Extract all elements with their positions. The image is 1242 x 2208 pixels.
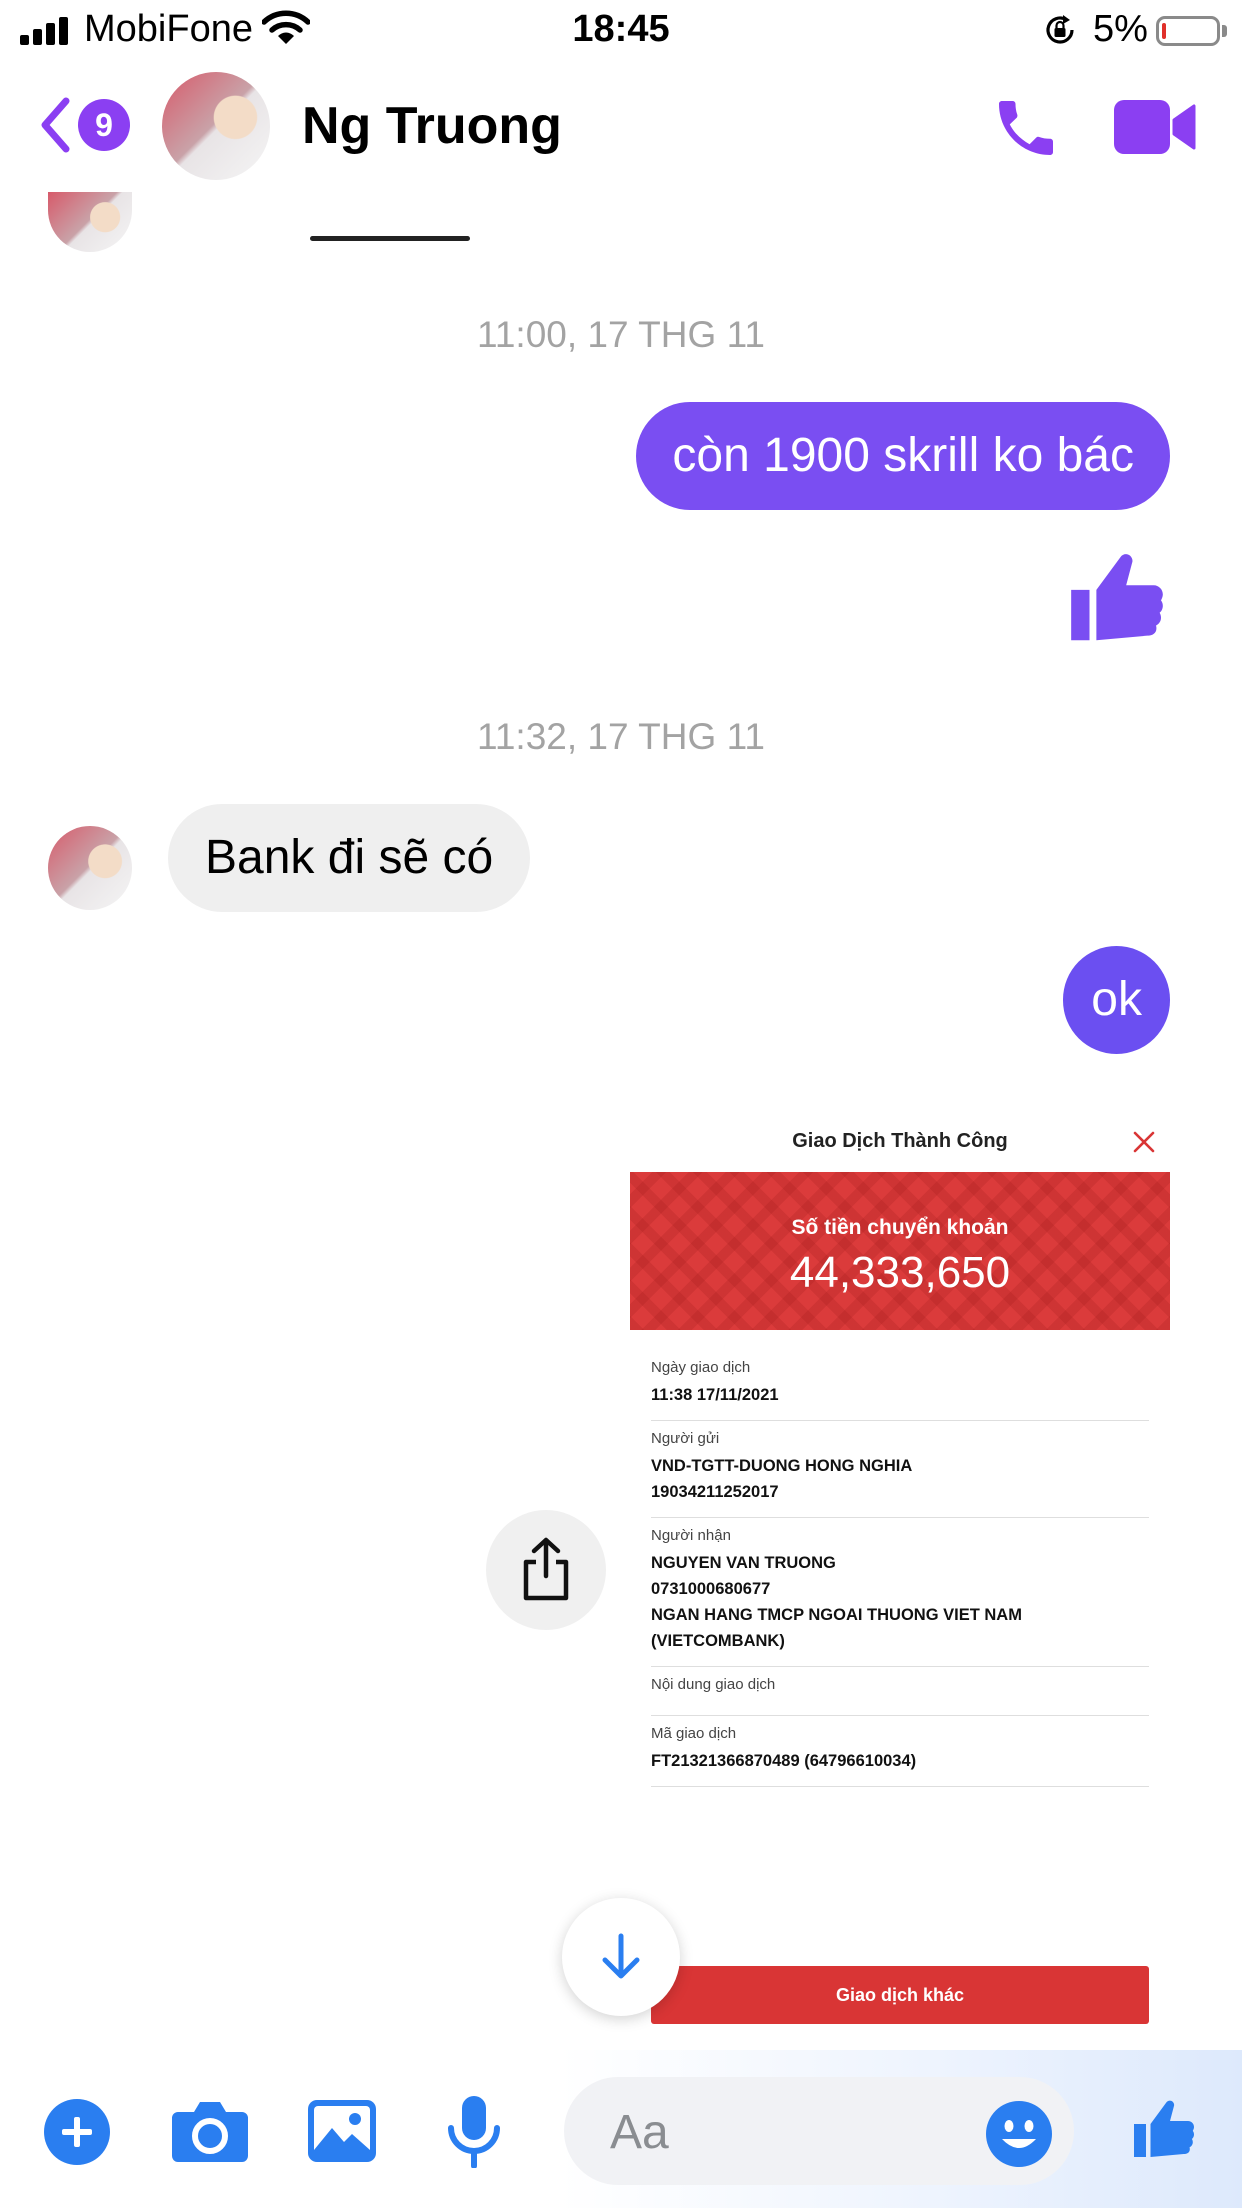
video-call-icon[interactable]: [1114, 100, 1196, 154]
transfer-amount: 44,333,650: [789, 1248, 1011, 1297]
thumbs-up-icon[interactable]: [1128, 2094, 1200, 2166]
divider: [310, 236, 470, 241]
outgoing-message[interactable]: ok: [1063, 946, 1170, 1054]
image-gallery-icon[interactable]: [308, 2100, 376, 2162]
receipt-details: Ngày giao dịch 11:38 17/11/2021 Người gử…: [651, 1350, 1149, 1787]
detail-label: Người nhận: [651, 1527, 731, 1544]
detail-value: 11:38 17/11/2021: [651, 1386, 779, 1404]
detail-value: NGAN HANG TMCP NGOAI THUONG VIET NAM: [651, 1606, 1022, 1624]
contact-avatar[interactable]: [162, 72, 270, 180]
thumbs-up-icon[interactable]: [1062, 544, 1172, 654]
detail-label: Người gửi: [651, 1430, 720, 1447]
battery-icon: [1156, 16, 1220, 46]
detail-row: Mã giao dịch FT21321366870489 (647966100…: [651, 1716, 1149, 1787]
battery-percentage: 5%: [1093, 8, 1148, 50]
scroll-to-bottom-button[interactable]: [562, 1898, 680, 2016]
camera-icon[interactable]: [172, 2100, 248, 2162]
status-bar: MobiFone 18:45 5%: [0, 0, 1242, 62]
detail-label: Mã giao dịch: [651, 1725, 737, 1742]
amount-banner: Số tiền chuyển khoản 44,333,650: [630, 1172, 1170, 1330]
detail-value: (VIETCOMBANK): [651, 1632, 785, 1650]
detail-value: FT21321366870489 (64796610034): [651, 1752, 917, 1770]
amount-label: Số tiền chuyển khoản: [791, 1216, 1009, 1239]
conversation-header: 9 Ng Truong: [0, 62, 1242, 190]
close-icon: [1133, 1131, 1155, 1153]
detail-value: 19034211252017: [651, 1483, 779, 1501]
plus-icon[interactable]: [44, 2099, 110, 2165]
message-timestamp: 11:00, 17 THG 11: [477, 314, 765, 355]
detail-value: 0731000680677: [651, 1580, 771, 1598]
detail-row: Nội dung giao dịch: [651, 1667, 1149, 1716]
detail-row: Người nhận NGUYEN VAN TRUONG 07310006806…: [651, 1518, 1149, 1667]
detail-row: Ngày giao dịch 11:38 17/11/2021: [651, 1350, 1149, 1421]
detail-value: NGUYEN VAN TRUONG: [651, 1554, 836, 1572]
phone-call-icon[interactable]: [990, 92, 1062, 164]
detail-row: Người gửi VND-TGTT-DUONG HONG NGHIA 1903…: [651, 1421, 1149, 1518]
orientation-lock-icon: [1046, 15, 1074, 44]
chevron-left-icon[interactable]: [38, 96, 72, 154]
outgoing-message[interactable]: còn 1900 skrill ko bác: [636, 402, 1170, 510]
emoji-icon[interactable]: [986, 2101, 1052, 2167]
message-composer: Aa: [0, 2050, 1242, 2208]
message-input-placeholder: Aa: [610, 2106, 669, 2159]
unread-count-badge[interactable]: 9: [78, 99, 130, 151]
transaction-receipt-image[interactable]: Giao Dịch Thành Công Số tiền chuyển khoả…: [630, 1110, 1170, 2040]
share-icon: [523, 1537, 569, 1601]
detail-label: Nội dung giao dịch: [651, 1676, 776, 1693]
arrow-down-icon: [602, 1933, 640, 1979]
message-timestamp: 11:32, 17 THG 11: [477, 716, 765, 757]
contact-avatar[interactable]: [48, 826, 132, 910]
detail-label: Ngày giao dịch: [651, 1359, 751, 1376]
other-transaction-button: Giao dịch khác: [651, 1966, 1149, 2024]
share-button[interactable]: [486, 1510, 606, 1630]
contact-avatar[interactable]: [48, 192, 132, 252]
contact-name[interactable]: Ng Truong: [302, 96, 562, 156]
microphone-icon[interactable]: [446, 2096, 502, 2168]
detail-value: VND-TGTT-DUONG HONG NGHIA: [651, 1457, 913, 1475]
incoming-message[interactable]: Bank đi sẽ có: [168, 804, 531, 912]
receipt-title: Giao Dịch Thành Công: [792, 1130, 1008, 1152]
